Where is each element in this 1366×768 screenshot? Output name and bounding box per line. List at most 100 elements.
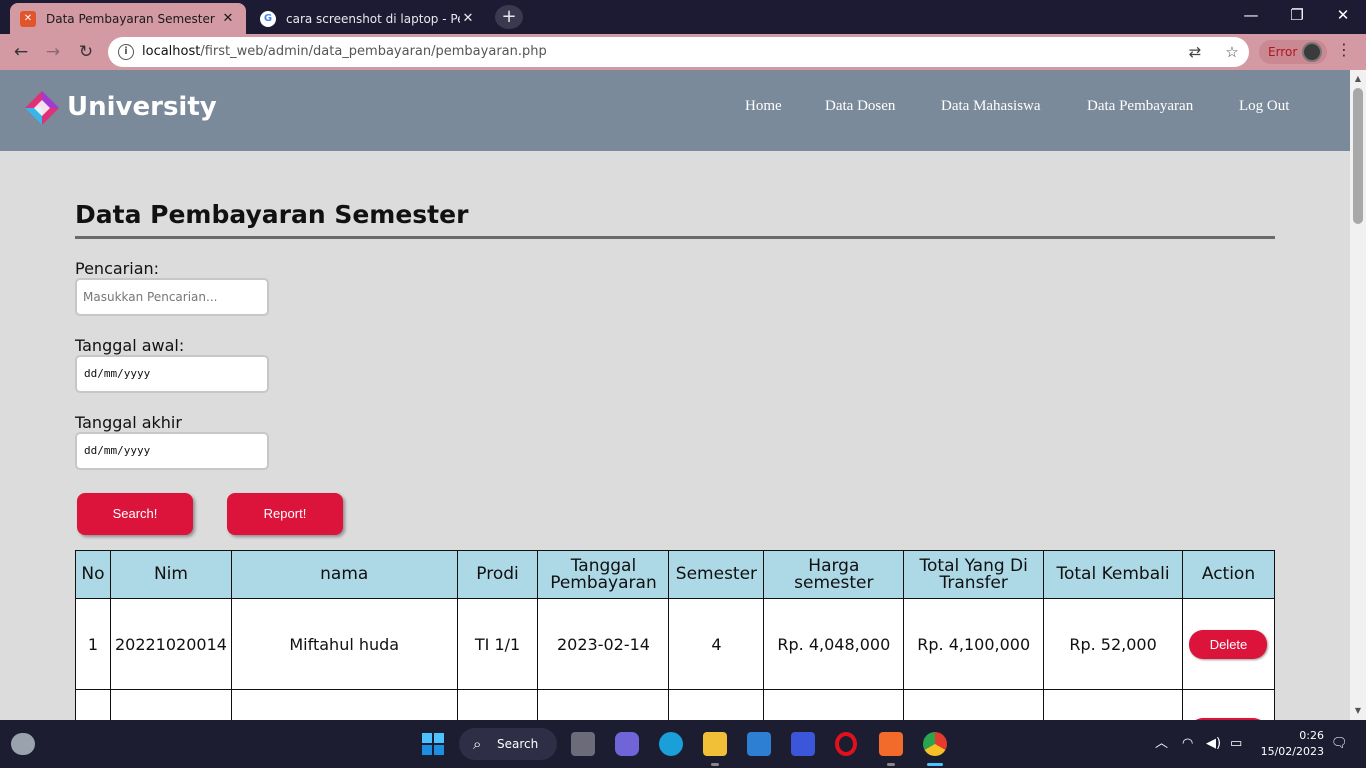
col-nama: nama — [230, 550, 458, 599]
file-explorer-icon[interactable] — [703, 732, 727, 756]
end-date-input[interactable]: dd/mm/yyyy — [75, 432, 269, 470]
nav-home[interactable]: Home — [745, 98, 782, 115]
col-kembali: Total Kembali — [1043, 550, 1183, 599]
show-hidden-icons[interactable]: ︿ — [1155, 720, 1168, 768]
task-view-icon[interactable] — [571, 732, 595, 756]
tab-title: cara screenshot di laptop - Peneli — [286, 11, 460, 26]
taskbar-search[interactable]: ⌕ Search — [459, 728, 557, 760]
notification-icon[interactable]: 🗨 — [1331, 720, 1348, 768]
weather-icon[interactable] — [11, 733, 35, 755]
clock-date: 15/02/2023 — [1260, 745, 1324, 758]
col-action: Action — [1181, 550, 1276, 599]
payment-table: No Nim nama Prodi Tanggal Pembayaran Sem… — [75, 550, 1276, 720]
windows-taskbar: ⌕ Search ︿ ◠ ◀) ▭ 0:26 15/02/2023 🗨 — [0, 720, 1366, 768]
new-tab-button[interactable]: + — [495, 5, 523, 29]
tab-data-pembayaran[interactable]: ✕ Data Pembayaran Semester ✕ — [10, 3, 246, 34]
university-logo-icon — [25, 91, 59, 125]
google-icon: G — [260, 10, 276, 27]
end-date-label: Tanggal akhir — [75, 413, 182, 432]
address-bar[interactable]: i localhost/first_web/admin/data_pembaya… — [108, 37, 1249, 67]
forward-button[interactable]: → — [40, 40, 66, 64]
close-icon[interactable]: ✕ — [220, 11, 236, 26]
col-prodi: Prodi — [456, 550, 539, 599]
table-row: 1 20221020014 Miftahul huda TI 1/1 2023-… — [75, 598, 1276, 690]
table-header-row: No Nim nama Prodi Tanggal Pembayaran Sem… — [75, 550, 1276, 599]
cell-no: 1 — [75, 598, 111, 690]
cell-semester: 4 — [668, 598, 765, 690]
clock-time: 0:26 — [1299, 729, 1324, 742]
back-button[interactable]: ← — [8, 40, 34, 64]
windows-start-icon[interactable] — [421, 732, 445, 756]
cell-nim: 20221020014 — [109, 598, 232, 690]
nav-data-pembayaran[interactable]: Data Pembayaran — [1087, 98, 1193, 115]
xampp-icon: ✕ — [20, 10, 36, 27]
scroll-down-icon[interactable]: ▼ — [1350, 706, 1366, 715]
page-title: Data Pembayaran Semester — [75, 200, 469, 229]
cell-kembali: Rp. 52,000 — [1043, 598, 1183, 690]
col-no: No — [75, 550, 111, 599]
battery-icon[interactable]: ▭ — [1230, 720, 1242, 768]
table-row — [75, 689, 1276, 720]
teams-chat-icon[interactable] — [615, 732, 639, 756]
taskbar-clock[interactable]: 0:26 15/02/2023 — [1260, 728, 1324, 760]
col-tanggal: Tanggal Pembayaran — [537, 550, 670, 599]
bookmark-star-icon[interactable]: ☆ — [1222, 42, 1242, 62]
report-button[interactable]: Report! — [227, 493, 343, 535]
page-scrollbar[interactable]: ▲ ▼ — [1350, 70, 1366, 720]
mail-icon[interactable] — [747, 732, 771, 756]
opera-icon[interactable] — [835, 732, 857, 756]
search-input[interactable] — [75, 278, 269, 316]
nav-data-mahasiswa[interactable]: Data Mahasiswa — [941, 98, 1041, 115]
cell-harga: Rp. 4,048,000 — [763, 598, 905, 690]
close-window-button[interactable]: ✕ — [1320, 0, 1366, 34]
nav-data-dosen[interactable]: Data Dosen — [825, 98, 895, 115]
browser-menu-icon[interactable]: ⋮ — [1336, 40, 1352, 59]
cell-prodi: TI 1/1 — [456, 598, 539, 690]
chrome-icon[interactable] — [923, 732, 947, 756]
url-path: /first_web/admin/data_pembayaran/pembaya… — [200, 44, 547, 59]
col-transfer: Total Yang Di Transfer — [903, 550, 1045, 599]
cell-action: Delete — [1181, 598, 1276, 690]
site-navbar: University Home Data Dosen Data Mahasisw… — [0, 70, 1350, 151]
browser-toolbar: ← → ↻ i localhost/first_web/admin/data_p… — [0, 34, 1366, 70]
visual-studio-icon[interactable] — [791, 732, 815, 756]
delete-button[interactable]: Delete — [1189, 629, 1268, 659]
col-harga: Harga semester — [763, 550, 905, 599]
search-button[interactable]: Search! — [77, 493, 193, 535]
search-icon: ⌕ — [473, 735, 482, 753]
file-explorer-indicator — [711, 763, 719, 766]
search-label: Pencarian: — [75, 259, 160, 278]
col-semester: Semester — [668, 550, 765, 599]
cell-tanggal: 2023-02-14 — [537, 598, 670, 690]
cell-transfer: Rp. 4,100,000 — [903, 598, 1045, 690]
profile-avatar[interactable] — [1302, 42, 1322, 62]
scroll-up-icon[interactable]: ▲ — [1350, 74, 1366, 83]
scroll-thumb[interactable] — [1353, 88, 1363, 224]
restore-button[interactable]: ❐ — [1274, 0, 1320, 34]
browser-tab-bar: ✕ Data Pembayaran Semester ✕ G cara scre… — [0, 0, 1366, 34]
edge-icon[interactable] — [659, 732, 683, 756]
site-info-icon[interactable]: i — [118, 44, 134, 60]
translate-icon[interactable]: ⇄ — [1185, 42, 1205, 62]
start-date-label: Tanggal awal: — [75, 336, 185, 355]
tab-google-search[interactable]: G cara screenshot di laptop - Peneli ✕ — [250, 3, 486, 34]
page-viewport: University Home Data Dosen Data Mahasisw… — [0, 70, 1350, 720]
xampp-indicator — [887, 763, 895, 766]
start-date-input[interactable]: dd/mm/yyyy — [75, 355, 269, 393]
col-nim: Nim — [109, 550, 232, 599]
chrome-active-indicator — [927, 763, 943, 766]
minimize-button[interactable]: — — [1228, 0, 1274, 34]
title-divider — [75, 236, 1275, 239]
tab-title: Data Pembayaran Semester — [46, 11, 215, 26]
cell-nama: Miftahul huda — [230, 598, 458, 690]
taskbar-search-label: Search — [497, 737, 539, 751]
close-icon[interactable]: ✕ — [460, 11, 476, 26]
url-host: localhost — [142, 44, 201, 59]
nav-log-out[interactable]: Log Out — [1239, 98, 1289, 115]
url-text[interactable]: localhost/first_web/admin/data_pembayara… — [142, 44, 547, 59]
reload-button[interactable]: ↻ — [73, 40, 99, 64]
volume-icon[interactable]: ◀) — [1206, 720, 1221, 768]
wifi-icon[interactable]: ◠ — [1182, 720, 1193, 768]
xampp-taskbar-icon[interactable] — [879, 732, 903, 756]
site-brand[interactable]: University — [67, 92, 217, 122]
